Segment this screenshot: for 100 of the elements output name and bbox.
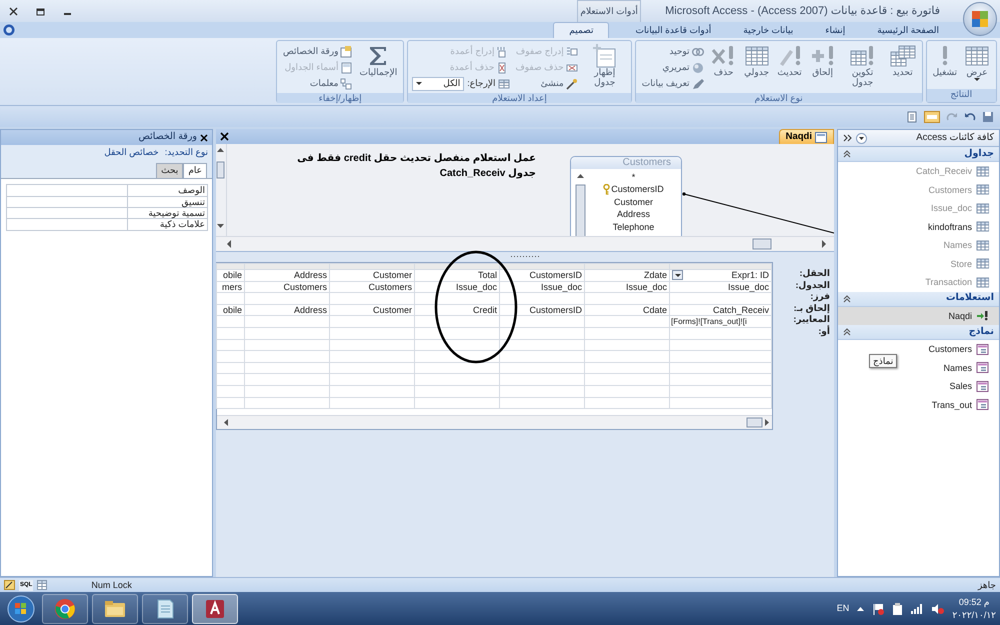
nav-item[interactable]: Trans_out <box>838 396 999 414</box>
pen-icon <box>692 78 704 90</box>
volume-icon[interactable] <box>931 602 944 614</box>
group-title: إعداد الاستعلام <box>408 93 631 104</box>
ribbon-tab[interactable]: الصفحة الرئيسية <box>861 22 955 38</box>
row-label: الجدول: <box>794 280 830 292</box>
contextual-tab-label: أدوات الاستعلام <box>577 0 642 22</box>
ribbon-tab[interactable]: أدوات قاعدة البيانات <box>619 22 728 38</box>
vertical-scrollbar[interactable] <box>216 144 227 236</box>
ribbon-tab[interactable]: إنشاء <box>809 22 862 38</box>
splitter-handle-icon[interactable] <box>510 254 540 258</box>
property-name: الوصف <box>178 185 205 196</box>
database-app-icon <box>204 598 226 620</box>
field-name[interactable]: Address <box>616 209 650 220</box>
ribbon-button[interactable]: معلمات <box>281 76 354 91</box>
close-icon[interactable] <box>220 132 229 141</box>
num-lock-indicator: Num Lock <box>91 580 132 590</box>
datasheet-view-icon[interactable] <box>37 580 48 590</box>
table-icon <box>976 240 989 251</box>
collapse-pane-icon[interactable] <box>843 134 852 142</box>
field-name[interactable]: Telephone <box>612 222 654 232</box>
taskbar-button[interactable] <box>92 594 138 624</box>
ribbon-button[interactable]: تحديد <box>888 43 918 79</box>
property-tab[interactable]: بحث <box>156 163 184 178</box>
field-name[interactable]: * <box>632 172 636 182</box>
query-icon <box>976 310 989 322</box>
group-header[interactable]: نماذج <box>838 325 999 340</box>
show-hidden-icons[interactable] <box>857 606 864 611</box>
design-view-icon[interactable] <box>4 580 15 590</box>
property-tab[interactable]: عام <box>183 163 207 178</box>
ribbon-button[interactable]: إظهار جدول <box>582 43 627 89</box>
collapse-icon <box>843 328 851 336</box>
nav-item[interactable]: Naqdi <box>838 306 999 325</box>
taskbar-button[interactable] <box>42 594 88 624</box>
table-icon <box>976 166 989 177</box>
combo-label: الإرجاع: <box>467 78 496 89</box>
dropdown-icon[interactable] <box>856 132 867 144</box>
ribbon-button[interactable]: تكوين جدول <box>840 43 885 89</box>
office-button[interactable] <box>963 2 997 36</box>
return-dropdown[interactable]: الكل <box>412 76 464 90</box>
browser-icon <box>54 598 76 620</box>
ribbon-button[interactable]: إلحاق <box>808 43 838 79</box>
close-icon[interactable] <box>9 6 18 16</box>
table-icon <box>976 221 989 232</box>
ribbon-tab[interactable]: تصميم <box>553 22 610 38</box>
field-name[interactable]: CustomersID <box>611 184 664 194</box>
ribbon-button[interactable]: توحيد <box>640 44 706 59</box>
wand-icon <box>566 78 578 90</box>
form-view-icon[interactable] <box>924 110 940 122</box>
ribbon-button[interactable]: الإجماليات <box>357 43 400 79</box>
form-icon <box>976 362 989 374</box>
ribbon-button[interactable]: منشئ <box>513 76 580 91</box>
language-indicator[interactable]: EN <box>836 603 850 614</box>
group-header[interactable]: استعلامات <box>838 292 999 306</box>
ribbon-button[interactable]: عرض <box>962 43 992 82</box>
document-icon[interactable] <box>906 110 918 122</box>
nav-item[interactable]: kindoftrans <box>838 218 999 236</box>
ribbon-tab[interactable]: بيانات خارجية <box>727 22 810 38</box>
taskbar-button[interactable] <box>192 594 238 624</box>
table-box[interactable]: Customers * CustomersID Customer Address Telephone <box>570 156 682 236</box>
dropdown-button[interactable] <box>672 270 683 280</box>
document-tab[interactable]: Naqdi <box>778 129 834 144</box>
signal-icon[interactable] <box>911 603 924 614</box>
pane-title: كافة كائنات Access <box>916 132 994 144</box>
property-name: تنسيق <box>182 196 205 207</box>
ribbon-button[interactable]: ورقة الخصائص <box>281 44 354 59</box>
ribbon-button[interactable]: جدولي <box>742 43 772 79</box>
ribbon-button[interactable]: حذف <box>708 43 739 79</box>
field-name[interactable]: Customer <box>614 196 654 207</box>
office-logo-icon <box>971 10 989 28</box>
horizontal-scrollbar[interactable] <box>216 236 834 251</box>
ribbon-button[interactable]: تشغيل <box>930 43 959 79</box>
row-label: الحقل: <box>798 268 830 280</box>
status-text: جاهز <box>978 580 996 590</box>
undo-icon[interactable] <box>964 110 976 122</box>
nav-item[interactable]: Sales <box>838 377 999 396</box>
ribbon-button[interactable]: تمريري <box>640 60 706 75</box>
start-button[interactable] <box>7 594 35 622</box>
flag-icon[interactable] <box>872 602 884 614</box>
insert-rows-icon <box>566 46 578 58</box>
save-icon[interactable] <box>982 110 994 122</box>
taskbar-button[interactable] <box>142 594 188 624</box>
group-title: نوع الاستعلام <box>636 93 922 104</box>
row-label: أو: <box>817 326 830 338</box>
clipboard-icon[interactable] <box>892 602 904 614</box>
close-icon[interactable] <box>200 134 208 142</box>
selection-type-value: خصائص الحقل <box>104 147 159 157</box>
tables-icon <box>890 44 916 68</box>
row-label: فرز: <box>809 291 830 303</box>
clock[interactable]: 09:52 م ٢٠٢٢/١٠/١٢ <box>952 596 996 620</box>
plus-exclamation-icon <box>810 44 836 68</box>
table-icon <box>976 202 989 214</box>
delete-columns-icon <box>496 62 508 74</box>
help-icon[interactable] <box>3 24 15 36</box>
restore-icon[interactable] <box>36 6 45 16</box>
ribbon-button[interactable]: تحديث <box>774 43 805 79</box>
group-header[interactable]: جداول <box>838 147 999 162</box>
ribbon-button[interactable]: تعريف بيانات <box>640 76 706 91</box>
property-name: تسمية توضيحية <box>148 208 205 218</box>
window-title: فاتورة بيع : قاعدة بيانات (Access 2007) - Microsoft Access <box>665 4 940 18</box>
